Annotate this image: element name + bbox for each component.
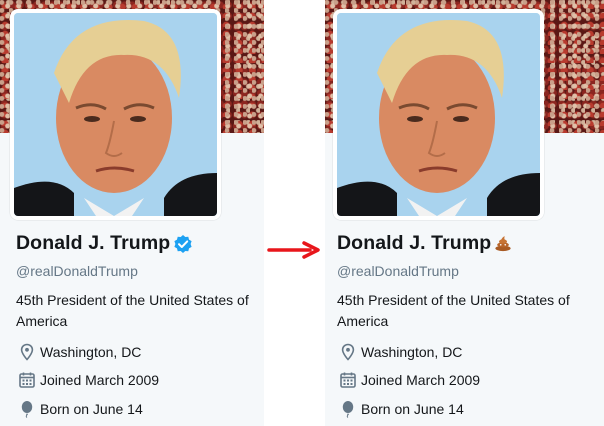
calendar-icon (18, 371, 36, 389)
profile-joined: Joined March 2009 (339, 371, 480, 389)
profile-card-before: Donald J. Trump @realDonaldTrump 45th Pr… (0, 0, 264, 426)
profile-avatar[interactable] (333, 9, 544, 220)
profile-location: Washington, DC (339, 343, 462, 361)
location-text: Washington, DC (40, 344, 142, 360)
profile-location: Washington, DC (18, 343, 141, 361)
balloon-icon (339, 400, 357, 418)
profile-name-row: Donald J. Trump (16, 232, 193, 255)
born-text: Born on June 14 (40, 401, 143, 417)
portrait-image (14, 13, 217, 216)
profile-name[interactable]: Donald J. Trump (16, 232, 170, 255)
right-arrow-icon (267, 241, 320, 259)
profile-card-after: Donald J. Trump @realDonaldTrump 45th Pr… (325, 0, 604, 426)
profile-birthday: Born on June 14 (339, 400, 464, 418)
joined-text: Joined March 2009 (361, 372, 481, 388)
calendar-icon (339, 371, 357, 389)
born-text: Born on June 14 (361, 401, 464, 417)
profile-bio: 45th President of the United States of A… (16, 292, 249, 329)
joined-text: Joined March 2009 (40, 372, 160, 388)
profile-name[interactable]: Donald J. Trump (337, 232, 491, 255)
profile-joined: Joined March 2009 (18, 371, 159, 389)
profile-avatar[interactable] (10, 9, 221, 220)
location-pin-icon (18, 343, 36, 361)
poop-emoji-icon (494, 234, 514, 254)
profile-bio: 45th President of the United States of A… (337, 292, 570, 329)
profile-handle[interactable]: @realDonaldTrump (337, 263, 459, 279)
location-text: Washington, DC (361, 344, 463, 360)
verified-badge-icon (173, 234, 193, 254)
profile-name-row: Donald J. Trump (337, 232, 514, 255)
profile-birthday: Born on June 14 (18, 400, 143, 418)
portrait-image (337, 13, 540, 216)
profile-handle[interactable]: @realDonaldTrump (16, 263, 138, 279)
balloon-icon (18, 400, 36, 418)
location-pin-icon (339, 343, 357, 361)
